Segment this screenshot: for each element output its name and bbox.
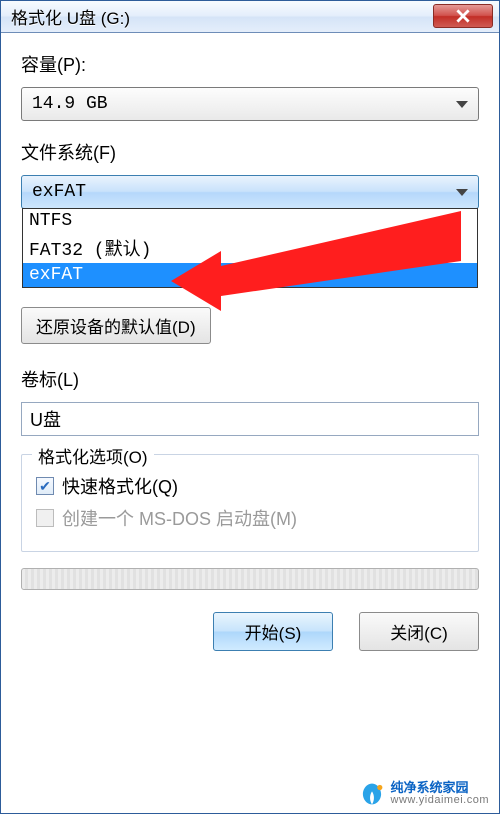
format-options-legend: 格式化选项(O) — [32, 443, 154, 468]
restore-defaults-button[interactable]: 还原设备的默认值(D) — [21, 307, 211, 344]
watermark-title: 纯净系统家园 — [391, 781, 489, 795]
filesystem-option[interactable]: exFAT — [23, 263, 477, 287]
close-dialog-button[interactable]: 关闭(C) — [359, 612, 479, 651]
filesystem-label: 文件系统(F) — [21, 139, 479, 165]
chevron-down-icon — [456, 101, 468, 108]
client-area: 容量(P): 14.9 GB 文件系统(F) exFAT NTFS FAT32 … — [1, 33, 499, 661]
quick-format-label: 快速格式化(Q) — [62, 473, 178, 499]
watermark: 纯净系统家园 www.yidaimei.com — [359, 781, 489, 807]
filesystem-options-list: NTFS FAT32 (默认) exFAT — [22, 208, 478, 288]
msdos-boot-checkbox — [36, 509, 54, 527]
format-dialog: 格式化 U盘 (G:) 容量(P): 14.9 GB 文件系统(F) exFAT… — [0, 0, 500, 814]
msdos-boot-row: 创建一个 MS-DOS 启动盘(M) — [36, 505, 464, 531]
filesystem-dropdown[interactable]: exFAT NTFS FAT32 (默认) exFAT — [21, 175, 479, 209]
start-button[interactable]: 开始(S) — [213, 612, 333, 651]
dialog-buttons: 开始(S) 关闭(C) — [21, 612, 479, 651]
volume-input[interactable] — [21, 402, 479, 436]
capacity-label: 容量(P): — [21, 51, 479, 77]
quick-format-checkbox[interactable]: ✔ — [36, 477, 54, 495]
filesystem-option[interactable]: NTFS — [23, 209, 477, 233]
close-icon — [456, 9, 470, 23]
close-button[interactable] — [433, 4, 493, 28]
watermark-logo-icon — [359, 781, 385, 807]
chevron-down-icon — [456, 189, 468, 196]
filesystem-value: exFAT — [32, 182, 456, 202]
window-title: 格式化 U盘 (G:) — [7, 4, 130, 29]
progress-bar — [21, 568, 479, 590]
titlebar: 格式化 U盘 (G:) — [1, 1, 499, 33]
watermark-url: www.yidaimei.com — [391, 795, 489, 807]
capacity-value: 14.9 GB — [32, 94, 456, 114]
capacity-dropdown[interactable]: 14.9 GB — [21, 87, 479, 121]
quick-format-row[interactable]: ✔ 快速格式化(Q) — [36, 473, 464, 499]
msdos-boot-label: 创建一个 MS-DOS 启动盘(M) — [62, 505, 297, 531]
format-options-group: 格式化选项(O) ✔ 快速格式化(Q) 创建一个 MS-DOS 启动盘(M) — [21, 454, 479, 552]
filesystem-option[interactable]: FAT32 (默认) — [23, 233, 477, 263]
volume-label: 卷标(L) — [21, 366, 479, 392]
